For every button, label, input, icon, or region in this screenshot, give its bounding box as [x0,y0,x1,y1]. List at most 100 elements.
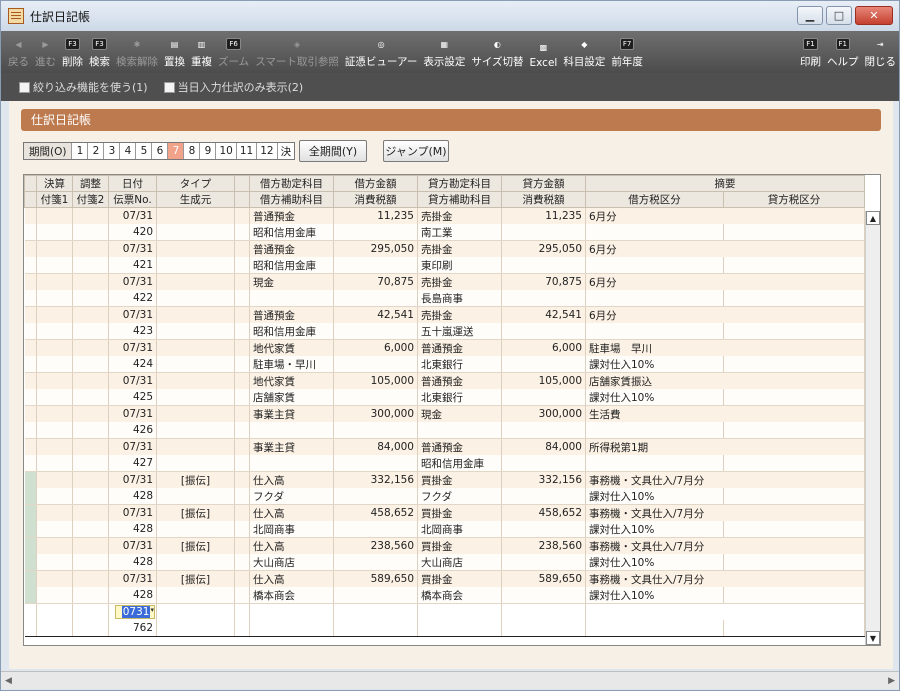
debit-tax-amount[interactable] [333,587,418,604]
attachment-flag[interactable] [234,224,250,241]
sticky-note-2[interactable] [36,521,73,538]
sticky-note-1[interactable] [36,603,73,620]
row-marker[interactable] [24,240,37,257]
entry-memo[interactable]: 事務機・文具仕入/7月分 [585,537,865,554]
debit-account[interactable]: 普通預金 [249,240,334,257]
credit-sub-account[interactable]: 橋本商会 [417,587,502,604]
journal-entry-row[interactable]: 07/31 事業主貸 84,000 普通預金 84,000 所得税第1期 [24,438,865,455]
sticky-note-1[interactable] [36,372,73,389]
debit-tax-category[interactable]: 課対仕入10% [585,521,724,538]
column-header[interactable]: 調整 [72,175,109,192]
row-marker[interactable] [24,257,37,274]
row-marker[interactable] [24,521,37,538]
credit-tax-amount[interactable] [501,389,586,406]
debit-amount[interactable]: 458,652 [333,504,418,521]
debit-sub-account[interactable]: 昭和信用金庫 [249,323,334,340]
entry-date[interactable]: 07/31 [108,570,157,587]
credit-account[interactable]: 普通預金 [417,339,502,356]
entry-type[interactable] [156,405,235,422]
adjust-flag-2[interactable] [72,455,109,472]
journal-entry-row[interactable]: 07/31 [振伝] 仕入高 332,156 買掛金 332,156 事務機・文具仕入/7月… [24,471,865,488]
attachment-flag[interactable] [234,389,250,406]
journal-entry-subrow[interactable]: 424 駐車場・早川 北東銀行 課対仕入10% [24,356,865,373]
debit-amount[interactable]: 332,156 [333,471,418,488]
attachment-flag[interactable] [234,306,250,323]
column-header[interactable]: 付箋1 [36,191,73,208]
close-window-button[interactable]: ✕ [855,6,893,25]
sticky-note-1[interactable] [36,240,73,257]
attachment-flag[interactable] [234,455,250,472]
debit-sub-account[interactable] [249,422,334,439]
today-only-checkbox[interactable]: 当日入力仕訳のみ表示(2) [163,79,303,95]
adjust-flag[interactable] [72,405,109,422]
period-month-2[interactable]: 2 [88,143,105,159]
sticky-note-2[interactable] [36,488,73,505]
new-entry-subrow[interactable]: 762 [24,620,865,637]
toolbar-button-help[interactable]: F1 ヘルプ [824,31,862,73]
debit-account[interactable]: 普通預金 [249,207,334,224]
credit-tax-amount[interactable] [501,356,586,373]
empty-cell[interactable] [417,620,502,637]
adjust-flag[interactable] [72,273,109,290]
journal-entry-row[interactable]: 07/31 [振伝] 仕入高 589,650 買掛金 589,650 事務機・文具仕入/7月… [24,570,865,587]
filter-checkbox[interactable]: 絞り込み機能を使う(1) [19,79,148,95]
adjust-flag[interactable] [72,603,109,620]
entry-memo[interactable]: 6月分 [585,273,865,290]
credit-sub-account[interactable]: 東印刷 [417,257,502,274]
debit-amount[interactable]: 105,000 [333,372,418,389]
credit-account[interactable]: 買掛金 [417,570,502,587]
period-month-6[interactable]: 6 [152,143,169,159]
adjust-flag[interactable] [72,306,109,323]
attachment-flag[interactable] [234,339,250,356]
vertical-scrollbar[interactable]: ▲ ▼ [865,211,880,645]
column-header[interactable]: 借方補助科目 [249,191,334,208]
credit-account[interactable]: 現金 [417,405,502,422]
empty-cell[interactable] [234,603,250,620]
source[interactable] [156,521,235,538]
debit-tax-amount[interactable] [333,521,418,538]
journal-entry-row[interactable]: 07/31 普通預金 11,235 売掛金 11,235 6月分 [24,207,865,224]
debit-sub-account[interactable] [249,290,334,307]
row-marker[interactable] [24,488,37,505]
credit-account[interactable]: 売掛金 [417,240,502,257]
entry-memo[interactable]: 生活費 [585,405,865,422]
debit-account[interactable]: 地代家賃 [249,339,334,356]
journal-entry-subrow[interactable]: 428 橋本商会 橋本商会 課対仕入10% [24,587,865,604]
column-header[interactable]: 借方金額 [333,175,418,192]
source[interactable] [156,554,235,571]
journal-entry-row[interactable]: 07/31 [振伝] 仕入高 238,560 買掛金 238,560 事務機・文具仕入/7月… [24,537,865,554]
adjust-flag-2[interactable] [72,257,109,274]
period-month-11[interactable]: 11 [237,143,258,159]
voucher-number[interactable]: 423 [108,323,157,340]
debit-account[interactable]: 仕入高 [249,504,334,521]
row-marker[interactable] [24,224,37,241]
credit-tax-amount[interactable] [501,488,586,505]
sticky-note-1[interactable] [36,537,73,554]
adjust-flag[interactable] [72,537,109,554]
credit-amount[interactable]: 238,560 [501,537,586,554]
scroll-down-icon[interactable]: ▼ [866,631,880,645]
toolbar-button-display-settings[interactable]: ▦ 表示設定 [420,31,468,73]
row-marker[interactable] [24,389,37,406]
toolbar-button-forward-arrow[interactable]: ▶ 進む [32,31,59,73]
entry-type[interactable]: [振伝] [156,471,235,488]
credit-account[interactable]: 売掛金 [417,273,502,290]
debit-sub-account[interactable]: フクダ [249,488,334,505]
credit-tax-amount[interactable] [501,521,586,538]
entry-date[interactable]: 07/31 [108,306,157,323]
credit-amount[interactable]: 84,000 [501,438,586,455]
source[interactable] [156,422,235,439]
column-header[interactable]: 日付 [108,175,157,192]
debit-tax-amount[interactable] [333,554,418,571]
sticky-note-2[interactable] [36,554,73,571]
debit-tax-amount[interactable] [333,356,418,373]
credit-account[interactable]: 買掛金 [417,504,502,521]
entry-type[interactable] [156,240,235,257]
toolbar-button-print[interactable]: F1 印刷 [797,31,824,73]
column-header[interactable]: 借方税区分 [585,191,724,208]
column-header[interactable]: 貸方勘定科目 [417,175,502,192]
toolbar-button-excel[interactable]: ▩ Excel [527,31,561,73]
source[interactable] [156,257,235,274]
debit-tax-amount[interactable] [333,422,418,439]
empty-cell[interactable] [249,603,334,620]
